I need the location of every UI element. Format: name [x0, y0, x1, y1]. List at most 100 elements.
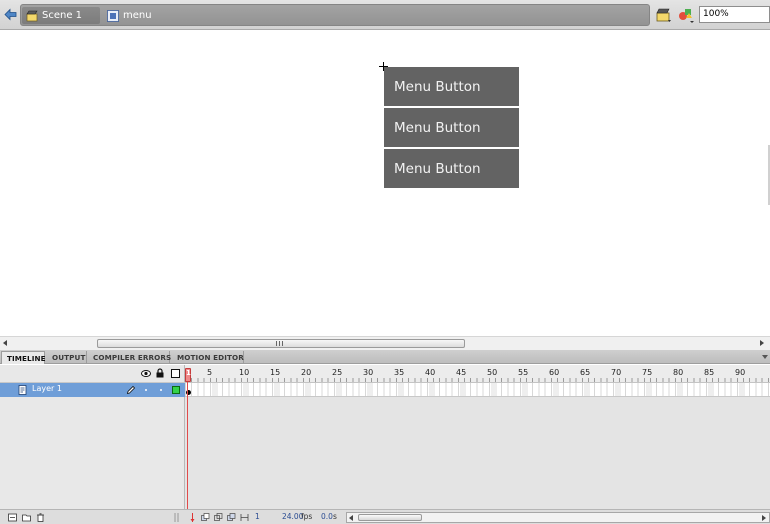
breadcrumb: Scene 1 menu — [20, 4, 650, 26]
scene-icon — [26, 10, 38, 21]
timeline-horizontal-scrollbar[interactable] — [346, 512, 770, 523]
ruler-label: 15 — [270, 368, 281, 377]
elapsed-time-value[interactable]: 0.0 — [321, 512, 333, 521]
ruler-label: 60 — [549, 368, 560, 377]
ruler-label: 80 — [673, 368, 684, 377]
layer-outline-color[interactable] — [172, 386, 180, 394]
eye-icon[interactable] — [141, 369, 151, 378]
timeline-panel: Layer 1 5 10 15 20 25 30 35 40 45 50 55 … — [0, 365, 770, 524]
frame-band — [646, 383, 652, 396]
layer-row[interactable]: Layer 1 — [0, 383, 185, 397]
ruler-label: 75 — [642, 368, 653, 377]
timeline-footer: 1 24.00 fps 0.0 s — [0, 509, 770, 524]
back-arrow-icon[interactable] — [3, 7, 18, 22]
playhead-frame-number: 1 — [186, 369, 191, 377]
frame-band — [491, 383, 497, 396]
menu-movieclip[interactable]: Menu Button Menu Button Menu Button — [384, 67, 519, 190]
flash-ide-window: Scene 1 menu 100% Menu Button Menu Butto… — [0, 0, 770, 524]
edit-scene-icon[interactable] — [656, 7, 672, 23]
breadcrumb-symbol-label: menu — [123, 10, 152, 21]
movieclip-symbol-icon — [107, 9, 119, 22]
frame-band — [677, 383, 683, 396]
lock-icon[interactable] — [156, 368, 164, 378]
layer-visibility-dot[interactable] — [145, 389, 147, 391]
tab-timeline[interactable]: TIMELINE — [1, 351, 46, 364]
stage-horizontal-scrollbar[interactable] — [0, 336, 770, 350]
frame-band — [615, 383, 621, 396]
ruler-label: 85 — [704, 368, 715, 377]
ruler-label: 45 — [456, 368, 467, 377]
scroll-right-icon[interactable] — [762, 515, 766, 521]
ruler-label: 90 — [735, 368, 746, 377]
frame-band — [398, 383, 404, 396]
ruler-label: 50 — [487, 368, 498, 377]
layer-frames-row[interactable] — [185, 383, 770, 397]
pencil-icon — [126, 385, 136, 395]
menu-button-1[interactable]: Menu Button — [384, 67, 519, 106]
edit-symbols-icon[interactable] — [677, 6, 695, 24]
frame-band — [553, 383, 559, 396]
menu-button-2[interactable]: Menu Button — [384, 108, 519, 147]
grip-icon — [276, 341, 283, 346]
current-frame-display[interactable]: 1 — [255, 512, 260, 521]
onion-skin-outlines-icon[interactable] — [214, 513, 223, 522]
frame-band — [212, 383, 218, 396]
edit-multiple-frames-icon[interactable] — [227, 513, 236, 522]
ruler-label: 40 — [425, 368, 436, 377]
frame-band — [305, 383, 311, 396]
outline-icon[interactable] — [171, 369, 180, 378]
scroll-right-icon[interactable] — [760, 340, 764, 346]
layer-name[interactable]: Layer 1 — [32, 384, 62, 393]
ruler-label: 35 — [394, 368, 405, 377]
frame-band — [584, 383, 590, 396]
scroll-left-icon[interactable] — [349, 515, 353, 521]
tab-compiler-errors[interactable]: COMPILER ERRORS — [88, 351, 171, 364]
playhead-line — [187, 382, 188, 523]
frame-band — [708, 383, 714, 396]
frame-band — [522, 383, 528, 396]
scrollbar-thumb[interactable] — [97, 339, 465, 348]
center-frame-icon[interactable] — [188, 513, 197, 522]
menu-button-3[interactable]: Menu Button — [384, 149, 519, 188]
tab-motion-editor[interactable]: MOTION EDITOR — [172, 351, 244, 364]
tab-output[interactable]: OUTPUT — [47, 351, 87, 364]
ruler-label: 65 — [580, 368, 591, 377]
layer-page-icon — [18, 385, 27, 395]
ruler-label: 25 — [332, 368, 343, 377]
scrollbar-thumb[interactable] — [358, 514, 422, 521]
layers-header — [0, 365, 185, 383]
layers-column: Layer 1 — [0, 365, 185, 509]
onion-skin-icon[interactable] — [201, 513, 210, 522]
frame-rate-unit: fps — [301, 512, 313, 521]
ruler-ticks — [185, 378, 770, 382]
new-folder-icon[interactable] — [22, 513, 31, 522]
breadcrumb-scene-label: Scene 1 — [42, 10, 83, 21]
ruler-label: 30 — [363, 368, 374, 377]
scroll-left-icon[interactable] — [3, 340, 7, 346]
zoom-field[interactable]: 100% — [699, 6, 770, 23]
modify-onion-markers-icon[interactable] — [240, 513, 249, 522]
ruler-label: 70 — [611, 368, 622, 377]
delete-layer-icon[interactable] — [36, 513, 45, 522]
edit-bar: Scene 1 menu 100% — [0, 0, 770, 30]
breadcrumb-scene[interactable]: Scene 1 — [22, 7, 100, 24]
frame-band — [460, 383, 466, 396]
ruler-label: 10 — [239, 368, 250, 377]
frame-band — [336, 383, 342, 396]
frame-band — [243, 383, 249, 396]
elapsed-time-unit: s — [333, 512, 337, 521]
breadcrumb-symbol[interactable]: menu — [103, 7, 156, 24]
panel-menu-icon[interactable] — [762, 355, 768, 359]
zoom-value: 100% — [703, 9, 729, 19]
stage[interactable]: Menu Button Menu Button Menu Button — [0, 30, 770, 336]
footer-divider-icon — [174, 513, 179, 522]
ruler-label: 55 — [518, 368, 529, 377]
layer-lock-dot[interactable] — [160, 389, 162, 391]
frame-band — [429, 383, 435, 396]
ruler-label: 20 — [301, 368, 312, 377]
frame-band — [739, 383, 745, 396]
frame-ruler[interactable]: 5 10 15 20 25 30 35 40 45 50 55 60 65 70… — [185, 365, 770, 383]
frames-area[interactable]: 5 10 15 20 25 30 35 40 45 50 55 60 65 70… — [185, 365, 770, 509]
new-layer-icon[interactable] — [8, 513, 17, 522]
frame-band — [274, 383, 280, 396]
